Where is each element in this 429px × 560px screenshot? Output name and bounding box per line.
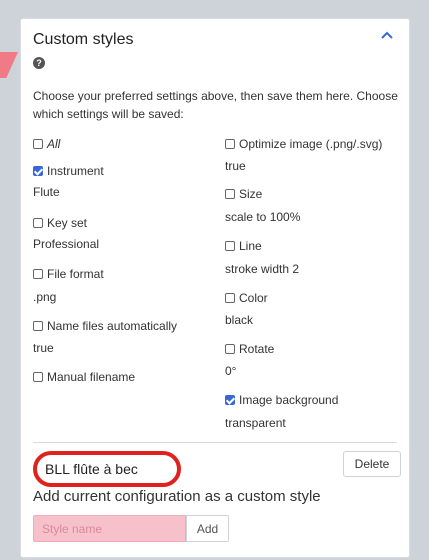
optimize-image-checkbox[interactable] [225,139,235,149]
option-instrument-value: Flute [33,185,60,199]
option-size[interactable]: Size [225,187,262,201]
instrument-checkbox[interactable] [33,166,43,176]
option-line-value: stroke width 2 [225,262,300,276]
option-optimize-image-value: true [225,159,246,173]
option-name-files-value: true [33,341,54,355]
size-checkbox[interactable] [225,189,235,199]
custom-styles-panel: Custom styles ? Choose your preferred se… [20,18,410,558]
saved-style-name[interactable]: BLL flûte à bec [33,451,181,487]
image-background-checkbox[interactable] [225,395,235,405]
option-instrument-label: Instrument [47,164,104,178]
intro-text: Choose your preferred settings above, th… [33,89,398,121]
option-size-value: scale to 100% [225,210,301,224]
rotate-checkbox[interactable] [225,344,235,354]
key-set-checkbox[interactable] [33,218,43,228]
add-style-heading: Add current configuration as a custom st… [33,488,321,505]
option-file-format-label: File format [47,267,104,281]
option-rotate-value: 0° [225,364,237,378]
option-rotate-label: Rotate [239,342,275,356]
option-key-set-label: Key set [47,216,88,230]
section-divider [33,442,397,443]
option-all-label: All [47,137,61,151]
option-manual-filename-label: Manual filename [47,370,136,384]
option-all[interactable]: All [33,137,60,151]
panel-title: Custom styles [33,31,134,48]
color-checkbox[interactable] [225,293,235,303]
option-optimize-image-label: Optimize image (.png/.svg) [239,137,383,151]
option-color[interactable]: Color [225,291,268,305]
option-color-value: black [225,313,254,327]
pink-annotation-mark [0,52,18,78]
style-name-input[interactable] [33,515,186,542]
option-instrument[interactable]: Instrument [33,164,104,178]
all-checkbox[interactable] [33,139,43,149]
option-file-format-value: .png [33,290,57,304]
option-color-label: Color [239,291,268,305]
line-checkbox[interactable] [225,241,235,251]
option-image-background-value: transparent [225,416,286,430]
manual-filename-checkbox[interactable] [33,372,43,382]
add-style-button[interactable]: Add [186,515,229,542]
file-format-checkbox[interactable] [33,269,43,279]
option-line-label: Line [239,239,262,253]
option-image-background[interactable]: Image background [225,393,338,407]
option-key-set[interactable]: Key set [33,216,87,230]
option-key-set-value: Professional [33,237,100,251]
option-name-files-label: Name files automatically [47,319,178,333]
chevron-up-icon[interactable] [379,27,395,43]
option-optimize-image[interactable]: Optimize image (.png/.svg) [225,137,382,151]
option-image-background-label: Image background [239,393,339,407]
option-manual-filename[interactable]: Manual filename [33,370,135,384]
help-icon[interactable]: ? [33,57,45,69]
option-line[interactable]: Line [225,239,262,253]
option-rotate[interactable]: Rotate [225,342,274,356]
option-size-label: Size [239,187,263,201]
delete-style-button[interactable]: Delete [343,451,401,477]
name-files-checkbox[interactable] [33,321,43,331]
option-file-format[interactable]: File format [33,267,104,281]
option-name-files[interactable]: Name files automatically [33,319,177,333]
